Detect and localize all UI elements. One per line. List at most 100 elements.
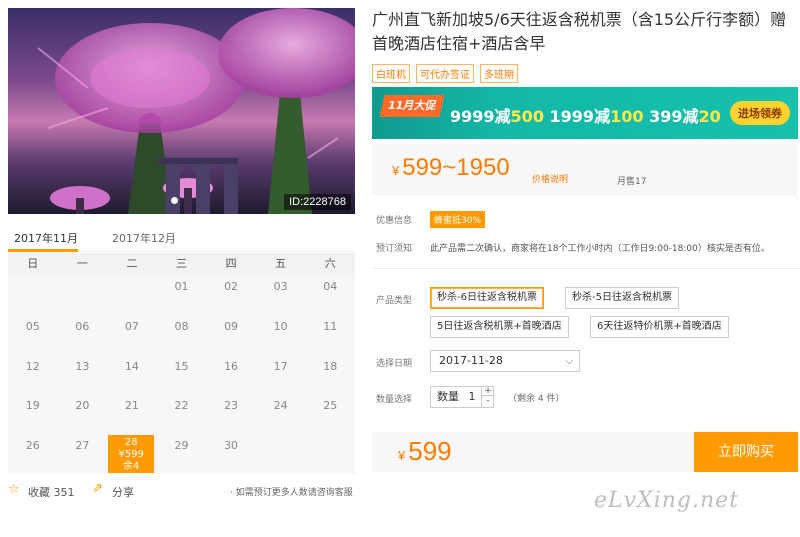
price-range-value: 599~1950 — [402, 154, 510, 181]
price-range: ¥599~1950 — [392, 154, 510, 182]
calendar-day[interactable]: 02 — [206, 275, 256, 315]
divider — [372, 268, 798, 269]
supertree-illustration — [37, 8, 355, 214]
quantity-buttons: + - — [481, 386, 494, 408]
calendar-day[interactable]: 09 — [206, 315, 256, 355]
quantity-label: 数量选择 — [376, 395, 413, 405]
active-tab-indicator — [8, 249, 78, 252]
increment-button[interactable]: + — [482, 386, 494, 396]
calendar-day[interactable]: 26 — [8, 434, 58, 474]
deal-3-threshold: 399减 — [649, 107, 699, 126]
calendar-day — [305, 434, 355, 474]
calendar-day[interactable]: 13 — [58, 355, 108, 395]
star-icon[interactable]: ☆ — [8, 482, 20, 497]
calendar-day[interactable]: 10 — [256, 315, 306, 355]
share-link[interactable]: 分享 — [112, 484, 134, 500]
product-type-label: 产品类型 — [376, 296, 413, 306]
share-icon[interactable]: ⇗ — [92, 481, 103, 496]
calendar-day[interactable]: 27 — [58, 434, 108, 474]
calendar-day[interactable]: 17 — [256, 355, 306, 395]
selected-day-price: ¥599 — [118, 449, 144, 461]
product-title: 广州直飞新加坡5/6天往返含税机票（含15公斤行李额）赠首晚酒店住宿+酒店含早 — [372, 10, 787, 53]
calendar-day[interactable]: 23 — [206, 394, 256, 434]
calendar-day[interactable]: 15 — [157, 355, 207, 395]
calendar-weekday-header: 日 一 二 三 四 五 六 — [8, 253, 355, 275]
option-flash-5day[interactable]: 秒杀-5日往返含税机票 — [565, 287, 679, 309]
calendar-day[interactable]: 06 — [58, 315, 108, 355]
calendar-day[interactable]: 05 — [8, 315, 58, 355]
date-value: 2017-11-28 — [439, 354, 503, 367]
weekday-thu: 四 — [225, 257, 237, 270]
monthly-sales: 月售17 — [617, 177, 647, 187]
calendar-day[interactable]: 08 — [157, 315, 207, 355]
calendar-day[interactable]: 19 — [8, 394, 58, 434]
weekday-tue: 二 — [126, 257, 138, 270]
decrement-button[interactable]: - — [482, 396, 494, 406]
stock-remaining: （剩余 4 件） — [508, 394, 565, 404]
calendar-day[interactable]: 12 — [8, 355, 58, 395]
calendar-day-selected[interactable]: 28 ¥599 余4 — [108, 435, 155, 474]
calendar-day[interactable]: 01 — [157, 275, 207, 315]
option-flash-6day[interactable]: 秒杀-6日往返含税机票 — [430, 287, 544, 309]
deal-1-threshold: 9999减 — [450, 107, 511, 126]
discount-label: 优惠信息 — [376, 216, 413, 226]
calendar-day[interactable]: 24 — [256, 394, 306, 434]
calendar-day[interactable]: 16 — [206, 355, 256, 395]
calendar-day[interactable]: 18 — [305, 355, 355, 395]
quantity-text: 数量 — [437, 390, 459, 403]
calendar-day[interactable]: 11 — [305, 315, 355, 355]
calendar-day[interactable]: 14 — [107, 355, 157, 395]
deal-2-threshold: 1999减 — [549, 107, 611, 126]
final-price: ¥599 — [398, 436, 452, 467]
promo-deals: 9999减500 1999减100 399减20 — [450, 103, 721, 127]
date-label: 选择日期 — [376, 359, 413, 369]
left-footer: ☆ 收藏 351 ⇗ 分享 · 如需预订更多人数请咨询客服 — [8, 481, 355, 501]
deal-3-amount: 20 — [698, 107, 721, 126]
calendar-day[interactable]: 25 — [305, 394, 355, 434]
weekday-sat: 六 — [324, 257, 336, 270]
calendar-day[interactable]: 20 — [58, 394, 108, 434]
tag-visa-service: 可代办签证 — [416, 64, 474, 83]
buy-now-button[interactable]: 立即购买 — [694, 432, 798, 472]
notice-text: 此产品需二次确认，商家将在18个工作小时内（工作日9:00-18:00）核实是否… — [430, 244, 770, 254]
date-select[interactable]: 2017-11-28 ⌵ — [430, 350, 580, 372]
option-5day-hotel[interactable]: 5日往返含税机票+首晚酒店 — [430, 316, 569, 338]
weekday-sun: 日 — [27, 257, 39, 270]
tab-month-dec[interactable]: 2017年12月 — [112, 230, 176, 246]
tag-daytime-flight: 白班机 — [372, 64, 410, 83]
buy-bar: ¥599 立即购买 — [372, 432, 798, 472]
deal-2-amount: 100 — [610, 107, 644, 126]
calendar-day[interactable]: 07 — [107, 315, 157, 355]
calendar-month-tabs: 2017年11月 2017年12月 — [8, 226, 355, 252]
quantity-value[interactable]: 1 — [469, 390, 476, 403]
weekday-fri: 五 — [275, 257, 287, 270]
calendar-day[interactable]: 30 — [206, 434, 256, 474]
promo-banner[interactable]: 11月大促 9999减500 1999减100 399减20 进场领券 — [372, 87, 798, 139]
tab-month-nov[interactable]: 2017年11月 — [14, 230, 78, 246]
chevron-down-icon: ⌵ — [565, 356, 573, 367]
price-explanation-link[interactable]: 价格说明 — [532, 172, 568, 185]
carousel-dot[interactable] — [171, 197, 178, 204]
currency-symbol: ¥ — [392, 163, 400, 178]
calendar-day[interactable]: 21 — [107, 394, 157, 434]
calendar-day — [256, 434, 306, 474]
weekday-mon: 一 — [76, 257, 88, 270]
get-coupon-button[interactable]: 进场领券 — [730, 101, 790, 125]
product-photo[interactable]: ID:2228768 — [8, 8, 355, 214]
currency-symbol: ¥ — [398, 448, 406, 463]
calendar-day[interactable]: 29 — [157, 434, 207, 474]
calendar-day[interactable]: 22 — [157, 394, 207, 434]
calendar-day — [107, 275, 157, 315]
tag-multiple-dates: 多班期 — [480, 64, 518, 83]
option-6day-hotel[interactable]: 6天往返特价机票+首晚酒店 — [590, 316, 729, 338]
calendar-day[interactable]: 04 — [305, 275, 355, 315]
calendar-day[interactable]: 03 — [256, 275, 306, 315]
favorite-count[interactable]: 收藏 351 — [28, 484, 75, 500]
price-box: ¥599~1950 价格说明 月售17 — [372, 144, 798, 196]
notice-label: 预订须知 — [376, 244, 413, 254]
selected-day-stock: 余4 — [122, 461, 140, 473]
promo-badge: 11月大促 — [379, 95, 445, 117]
final-price-value: 599 — [408, 436, 452, 466]
weekday-wed: 三 — [176, 257, 188, 270]
discount-badge: 蜂蜜抵30% — [430, 211, 486, 228]
